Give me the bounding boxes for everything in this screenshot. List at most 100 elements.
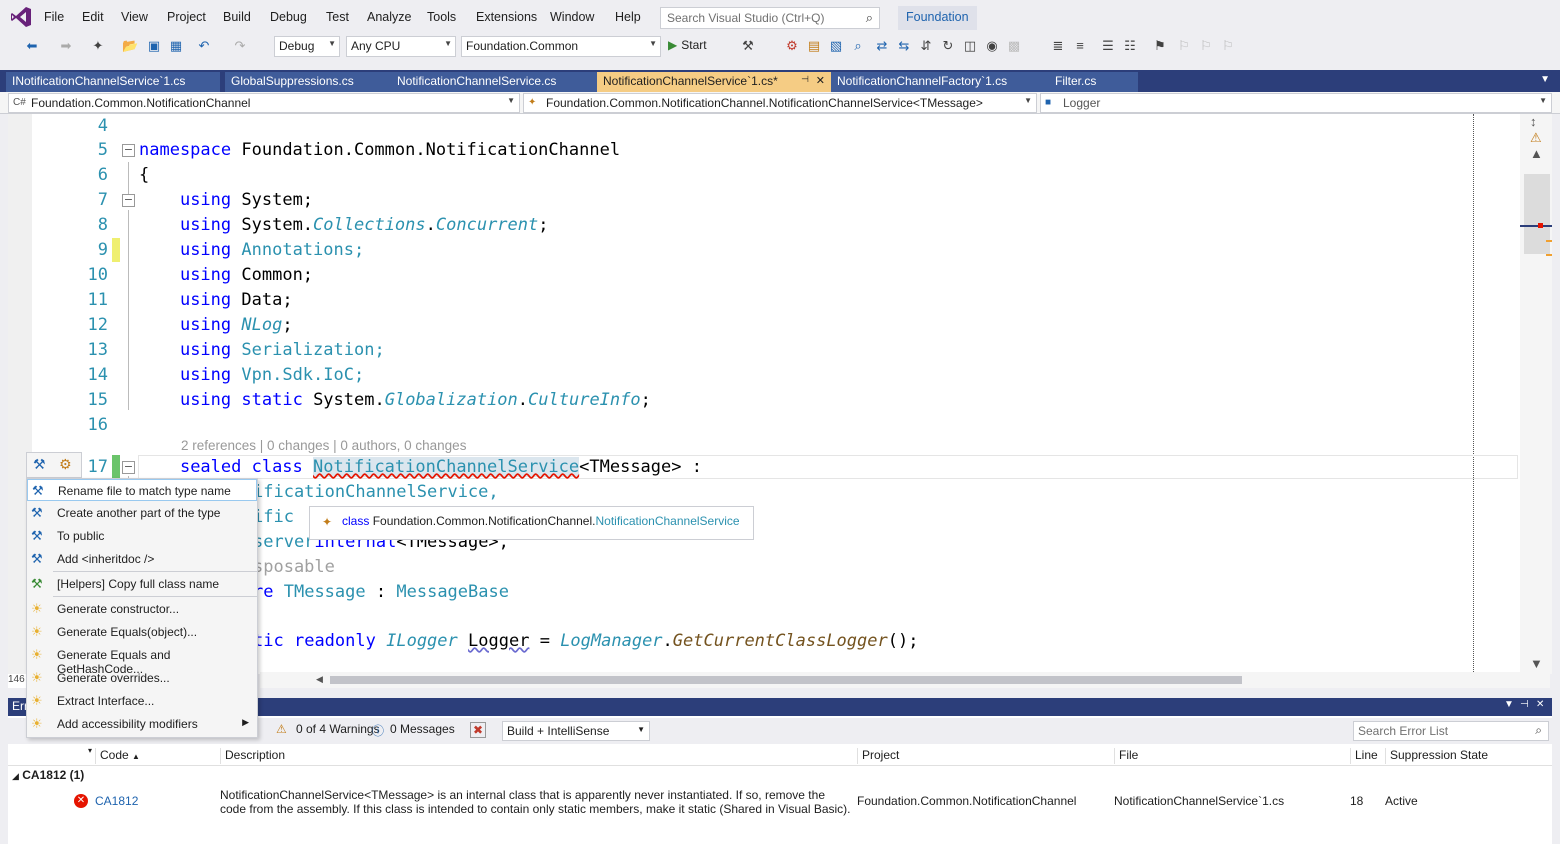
error-list-search-input[interactable]: Search Error List ⌕ xyxy=(1353,721,1549,741)
toolbar-icon-1[interactable]: ⚒ xyxy=(740,38,756,54)
menu-help[interactable]: Help xyxy=(615,10,641,24)
column-code[interactable]: Code ▲ xyxy=(95,748,140,764)
column-suppression-state[interactable]: Suppression State xyxy=(1385,748,1488,764)
open-file-icon[interactable]: 📂 xyxy=(122,38,138,54)
new-project-icon[interactable]: ✦ xyxy=(90,38,106,54)
scroll-down-icon[interactable]: ▼ xyxy=(1530,656,1543,671)
quick-action-rename-file[interactable]: ⚒ Rename file to match type name xyxy=(27,479,257,501)
window-menu-icon[interactable]: ▼ xyxy=(1504,699,1514,710)
filter-icon[interactable]: ✖ xyxy=(470,722,487,738)
menu-project[interactable]: Project xyxy=(167,10,206,24)
quick-action-generate-equals[interactable]: ☀ Generate Equals(object)... xyxy=(27,621,257,643)
start-debugging-button[interactable]: ▶ Start xyxy=(668,38,707,52)
scroll-thumb[interactable] xyxy=(330,676,1242,684)
collapse-icon[interactable]: − xyxy=(122,461,135,474)
error-code-link[interactable]: CA1812 xyxy=(95,794,138,808)
menu-tools[interactable]: Tools xyxy=(427,10,456,24)
type-dropdown[interactable]: ✦ Foundation.Common.NotificationChannel.… xyxy=(523,93,1037,113)
solution-platform-select[interactable]: Any CPU ▼ xyxy=(346,36,456,57)
member-dropdown[interactable]: ■ Logger ▼ xyxy=(1040,93,1552,113)
menu-test[interactable]: Test xyxy=(326,10,349,24)
column-line[interactable]: Line xyxy=(1350,748,1378,764)
solution-name-badge[interactable]: Foundation xyxy=(898,6,977,30)
toolbar-icon-9[interactable]: ◫ xyxy=(962,38,978,54)
bookmark-clear-icon[interactable]: ⚐ xyxy=(1220,38,1236,54)
tab-globalsuppressions[interactable]: GlobalSuppressions.cs xyxy=(225,72,391,92)
quick-action-add-inheritdoc[interactable]: ⚒ Add <inheritdoc /> xyxy=(27,548,257,570)
refactor-icon[interactable]: ⚙ xyxy=(59,456,72,473)
scroll-left-icon[interactable]: ◀ xyxy=(316,674,323,685)
bookmark-prev-icon[interactable]: ⚐ xyxy=(1176,38,1192,54)
uncomment-icon[interactable]: ☷ xyxy=(1122,38,1138,54)
quick-action-copy-class-name[interactable]: ⚒ [Helpers] Copy full class name xyxy=(27,573,257,595)
menu-edit[interactable]: Edit xyxy=(82,10,104,24)
solution-configuration-select[interactable]: Debug ▼ xyxy=(274,36,340,57)
menu-extensions[interactable]: Extensions xyxy=(476,10,537,24)
collapse-icon[interactable]: − xyxy=(122,144,135,157)
error-scope-select[interactable]: Build + IntelliSense ▼ xyxy=(502,721,650,741)
toolbar-icon-3[interactable]: ▤ xyxy=(806,38,822,54)
menu-file[interactable]: File xyxy=(44,10,64,24)
toolbar-icon-13[interactable]: ≡ xyxy=(1072,38,1088,54)
codelens-info[interactable]: 2 references | 0 changes | 0 authors, 0 … xyxy=(181,438,466,453)
project-dropdown[interactable]: C# Foundation.Common.NotificationChannel… xyxy=(8,93,520,113)
tab-notificationchannelservice-generic[interactable]: NotificationChannelService`1.cs* ⊣ ✕ xyxy=(597,72,831,92)
class-name[interactable]: NotificationChannelService xyxy=(313,457,580,477)
bookmark-icon[interactable]: ⚑ xyxy=(1152,38,1168,54)
collapse-group-icon[interactable]: ◢ xyxy=(12,771,19,781)
quick-action-to-public[interactable]: ⚒ To public xyxy=(27,525,257,547)
editor-horizontal-scrollbar[interactable]: ◀ xyxy=(260,672,1550,688)
zoom-level[interactable]: 146 xyxy=(8,674,28,688)
toolbar-icon-4[interactable]: ▧ xyxy=(828,38,844,54)
column-file[interactable]: File xyxy=(1114,748,1138,764)
toolbar-icon-12[interactable]: ≣ xyxy=(1050,38,1066,54)
menu-window[interactable]: Window xyxy=(550,10,594,24)
bookmark-next-icon[interactable]: ⚐ xyxy=(1198,38,1214,54)
filter-column-icon[interactable]: ▾ xyxy=(84,746,92,762)
scroll-thumb[interactable] xyxy=(1524,174,1550,254)
toolbar-icon-5[interactable]: ⇄ xyxy=(874,38,890,54)
startup-project-select[interactable]: Foundation.Common ▼ xyxy=(461,36,661,57)
collapse-icon[interactable]: − xyxy=(122,194,135,207)
toolbar-icon-8[interactable]: ↻ xyxy=(940,38,956,54)
quick-actions-lightbulb[interactable]: ⚒ ⚙ xyxy=(26,452,82,478)
menu-analyze[interactable]: Analyze xyxy=(367,10,411,24)
pin-icon[interactable]: ⊣ xyxy=(1520,699,1529,710)
editor-vertical-scrollbar[interactable]: ↕ ⚠ ▲ ▼ xyxy=(1520,114,1552,674)
quick-action-add-accessibility-modifiers[interactable]: ☀ Add accessibility modifiers ▶ xyxy=(27,713,257,735)
screwdriver-icon[interactable]: ⚒ xyxy=(33,456,46,473)
search-input[interactable]: Search Visual Studio (Ctrl+Q) ⌕ xyxy=(660,7,880,29)
tab-filter[interactable]: Filter.cs xyxy=(1049,72,1138,92)
toolbar-icon-2[interactable]: ⚙ xyxy=(784,38,800,54)
tab-overflow-icon[interactable]: ▼ xyxy=(1540,74,1550,85)
save-all-icon[interactable]: ▦ xyxy=(168,38,184,54)
toolbar-icon-7[interactable]: ⇵ xyxy=(918,38,934,54)
table-row[interactable]: ✕ CA1812 NotificationChannelService<TMes… xyxy=(8,788,1552,818)
close-icon[interactable]: ✕ xyxy=(1536,699,1544,710)
menu-view[interactable]: View xyxy=(121,10,148,24)
toolbar-icon-10[interactable]: ◉ xyxy=(984,38,1000,54)
navigate-back-icon[interactable]: ⬅ xyxy=(24,38,40,54)
quick-action-extract-interface[interactable]: ☀ Extract Interface... xyxy=(27,690,257,712)
undo-icon[interactable]: ↶ xyxy=(196,38,212,54)
quick-action-generate-constructor[interactable]: ☀ Generate constructor... xyxy=(27,598,257,620)
save-icon[interactable]: ▣ xyxy=(146,38,162,54)
menu-build[interactable]: Build xyxy=(223,10,251,24)
pin-icon[interactable]: ⊣ xyxy=(801,74,809,85)
error-group-row[interactable]: ◢ CA1812 (1) xyxy=(12,768,84,782)
tab-notificationchannelservice[interactable]: NotificationChannelService.cs xyxy=(391,72,597,92)
tab-notificationchannelfactory[interactable]: NotificationChannelFactory`1.cs xyxy=(831,72,1049,92)
close-icon[interactable]: ✕ xyxy=(816,74,825,87)
column-project[interactable]: Project xyxy=(857,748,899,764)
warnings-filter-toggle[interactable]: 0 of 4 Warnings xyxy=(296,722,380,736)
find-icon[interactable]: ⌕ xyxy=(850,38,866,54)
toolbar-icon-11[interactable]: ▩ xyxy=(1006,38,1022,54)
tab-inotificationchannelservice[interactable]: INotificationChannelService`1.cs xyxy=(6,72,220,92)
quick-action-generate-overrides[interactable]: ☀ Generate overrides... xyxy=(27,667,257,689)
messages-filter-toggle[interactable]: 0 Messages xyxy=(390,722,455,736)
redo-icon[interactable]: ↷ xyxy=(232,38,248,54)
quick-action-create-part[interactable]: ⚒ Create another part of the type xyxy=(27,502,257,524)
split-icon[interactable]: ↕ xyxy=(1530,114,1537,129)
toolbar-icon-6[interactable]: ⇆ xyxy=(896,38,912,54)
navigate-forward-icon[interactable]: ➡ xyxy=(58,38,74,54)
